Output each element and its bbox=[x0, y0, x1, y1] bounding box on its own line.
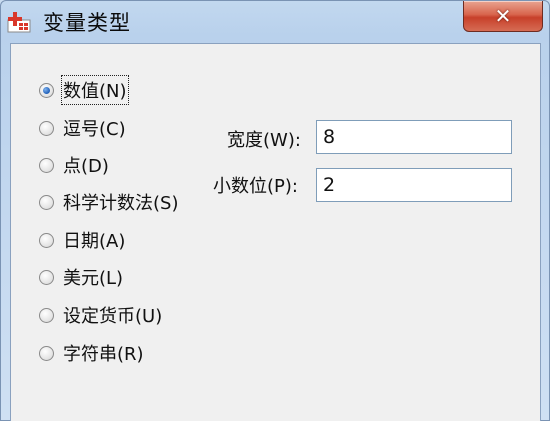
radio-button[interactable] bbox=[39, 157, 54, 173]
decimals-field-row: 小数位(P): bbox=[213, 168, 298, 202]
variable-type-dialog: 变量类型 ✕ 数值(N) 逗号(C) 点(D) 科学计数法(S) 日期(A) 美… bbox=[0, 0, 550, 421]
close-button[interactable]: ✕ bbox=[463, 1, 543, 32]
radio-button[interactable] bbox=[39, 269, 54, 285]
title-bar[interactable]: 变量类型 ✕ bbox=[1, 1, 549, 43]
radio-button[interactable] bbox=[39, 194, 54, 210]
radio-label: 点(D) bbox=[63, 156, 109, 177]
radio-numeric[interactable]: 数值(N) bbox=[39, 75, 129, 105]
spss-app-icon bbox=[7, 12, 31, 33]
radio-string[interactable]: 字符串(R) bbox=[39, 338, 144, 368]
window-title: 变量类型 bbox=[43, 11, 131, 35]
radio-custom-currency[interactable]: 设定货币(U) bbox=[39, 300, 162, 330]
decimals-input[interactable] bbox=[316, 168, 512, 202]
radio-scientific[interactable]: 科学计数法(S) bbox=[39, 187, 178, 217]
radio-dollar[interactable]: 美元(L) bbox=[39, 262, 123, 292]
radio-comma[interactable]: 逗号(C) bbox=[39, 113, 126, 143]
radio-button[interactable] bbox=[39, 232, 54, 248]
radio-dot[interactable]: 点(D) bbox=[39, 150, 109, 180]
radio-button[interactable] bbox=[39, 120, 54, 136]
decimals-label: 小数位(P): bbox=[213, 176, 298, 197]
dialog-body: 数值(N) 逗号(C) 点(D) 科学计数法(S) 日期(A) 美元(L) 设定… bbox=[10, 43, 541, 421]
radio-button[interactable] bbox=[39, 82, 54, 98]
radio-button[interactable] bbox=[39, 345, 54, 361]
radio-label: 字符串(R) bbox=[63, 344, 144, 365]
radio-label: 日期(A) bbox=[63, 231, 126, 252]
width-field-row: 宽度(W): bbox=[227, 122, 301, 156]
width-label: 宽度(W): bbox=[227, 130, 301, 151]
radio-label: 美元(L) bbox=[63, 268, 124, 289]
radio-label: 数值(N) bbox=[61, 75, 129, 105]
radio-date[interactable]: 日期(A) bbox=[39, 225, 125, 255]
radio-label: 设定货币(U) bbox=[63, 306, 163, 327]
radio-label: 科学计数法(S) bbox=[63, 193, 179, 214]
close-icon: ✕ bbox=[494, 4, 512, 28]
width-input[interactable] bbox=[316, 120, 512, 154]
radio-button[interactable] bbox=[39, 307, 54, 323]
radio-label: 逗号(C) bbox=[63, 119, 126, 140]
